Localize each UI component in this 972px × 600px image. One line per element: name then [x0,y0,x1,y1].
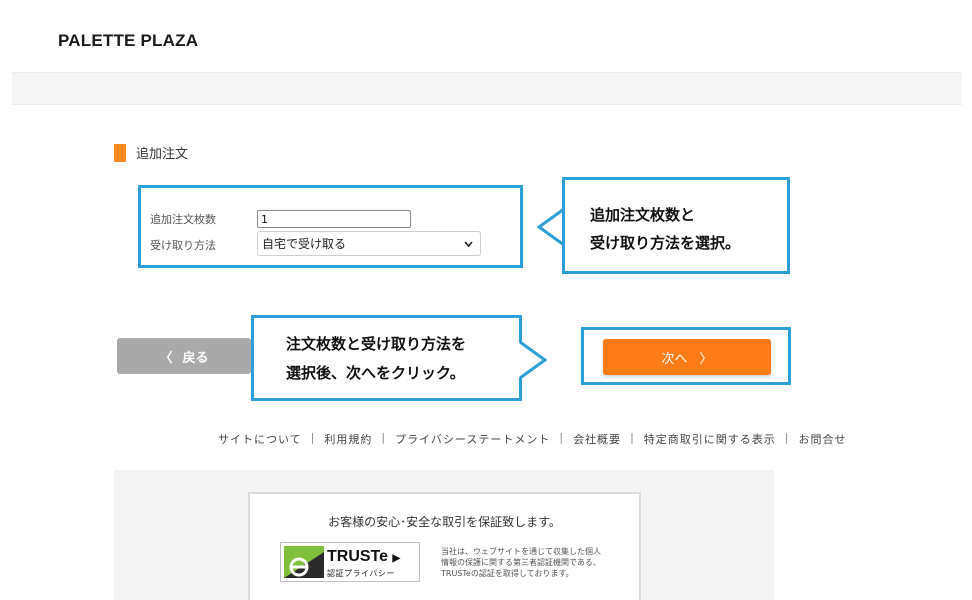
qty-input[interactable] [257,210,411,228]
truste-badge-icon [284,546,324,578]
footer-nav: サイトについて | 利用規約 | プライバシーステートメント | 会社概要 | … [218,431,847,447]
truste-subtitle: 認証プライバシー [327,569,395,578]
truste-wordmark: TRUSTe ▶ [327,548,400,566]
next-button-highlight: 次へ 〉 [581,327,791,385]
footer-link-about[interactable]: サイトについて [218,431,302,447]
site-logo[interactable]: PALETTE PLAZA [58,31,198,51]
trust-section: お客様の安心･安全な取引を保証致します。 TRUSTe ▶ 認証プライバシー 当… [114,470,774,600]
trust-desc-line1: 当社は、ウェブサイトを通じて収集した個人 [441,547,601,556]
back-button[interactable]: 〈 戻る [117,338,251,374]
chevron-left-icon: 〈 [159,350,173,366]
footer-link-legal[interactable]: 特定商取引に関する表示 [644,431,776,447]
footer-separator: | [310,431,316,444]
callout-select-instruction: 追加注文枚数と 受け取り方法を選択。 [562,177,790,274]
footer-link-terms[interactable]: 利用規約 [324,431,372,447]
section-heading: 追加注文 [114,143,188,162]
footer-link-company[interactable]: 会社概要 [573,431,621,447]
header-band [12,72,962,105]
method-label: 受け取り方法 [150,239,216,252]
method-select[interactable]: 自宅で受け取る [257,231,481,256]
truste-word: TRUSTe [327,548,389,565]
callout-click-instruction: 注文枚数と受け取り方法を 選択後、次へをクリック。 [251,315,522,401]
callout-select-line2: 受け取り方法を選択。 [590,234,741,252]
order-form-highlight: 追加注文枚数 受け取り方法 自宅で受け取る [138,185,523,268]
trust-card: お客様の安心･安全な取引を保証致します。 TRUSTe ▶ 認証プライバシー 当… [248,492,641,600]
footer-separator: | [381,431,387,444]
footer-separator: | [630,431,635,444]
trust-description: 当社は、ウェブサイトを通じて収集した個人 情報の保護に関する第三者認証機関である… [441,546,631,579]
callout-select-line1: 追加注文枚数と [590,206,696,224]
callout-pointer-right [519,340,547,380]
qty-label: 追加注文枚数 [150,213,216,226]
callout-pointer-left [537,207,565,247]
chevron-right-icon: 〉 [699,351,713,367]
section-marker [114,143,126,162]
callout-click-line2: 選択後、次へをクリック。 [286,364,465,382]
footer-separator: | [559,431,565,444]
footer-link-privacy[interactable]: プライバシーステートメント [395,431,550,447]
next-button-label: 次へ [661,351,688,367]
chevron-down-icon [464,241,473,248]
section-title: 追加注文 [136,147,189,162]
trust-desc-line2: 情報の保護に関する第三者認証機関である、 [441,558,601,567]
callout-click-line1: 注文枚数と受け取り方法を [286,335,467,353]
trust-title: お客様の安心･安全な取引を保証致します。 [328,515,561,529]
method-selected-value: 自宅で受け取る [262,237,347,251]
back-button-label: 戻る [182,350,209,366]
next-button[interactable]: 次へ 〉 [603,339,771,375]
truste-seal[interactable]: TRUSTe ▶ 認証プライバシー [280,542,420,582]
footer-separator: | [784,431,790,444]
footer-link-contact[interactable]: お問合せ [799,431,847,447]
trust-desc-line3: TRUSTeの認証を取得しております。 [441,569,574,578]
play-arrow-icon: ▶ [392,553,401,564]
